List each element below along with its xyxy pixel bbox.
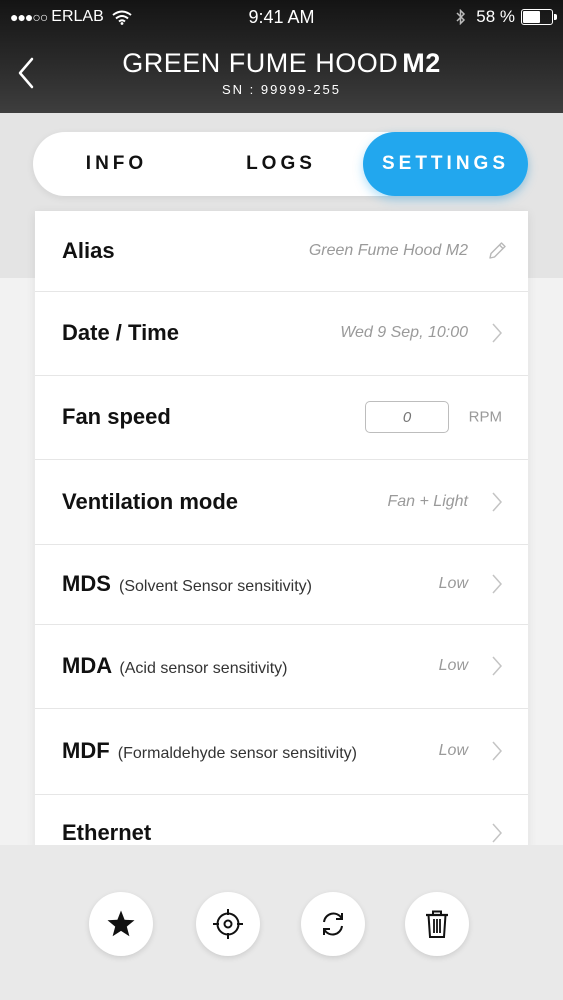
pencil-icon[interactable] [486,240,508,262]
refresh-icon [323,912,343,936]
locate-button[interactable] [196,892,260,956]
app-header: ●●●○○ ERLAB 9:41 AM 58 % GREEN FUME HOOD… [0,0,563,113]
mds-row[interactable]: MDS (Solvent Sensor sensitivity) Low [35,544,528,625]
tab-bar: INFO LOGS SETTINGS [33,132,528,196]
datetime-value: Wed 9 Sep, 10:00 [340,324,468,341]
bluetooth-icon [456,9,466,25]
status-bar: ●●●○○ ERLAB 9:41 AM 58 % [0,0,563,36]
ethernet-row[interactable]: Ethernet [35,794,528,851]
tab-settings[interactable]: SETTINGS [363,132,528,196]
alias-row[interactable]: Alias Green Fume Hood M2 [35,211,528,292]
settings-list: Alias Green Fume Hood M2 Date / Time Wed… [35,211,528,851]
battery-level [523,11,541,23]
mdf-value: Low [438,742,468,759]
alias-label: Alias [62,238,115,263]
mda-row[interactable]: MDA (Acid sensor sensitivity) Low [35,624,528,709]
fan-speed-label: Fan speed [62,404,171,429]
mds-label: MDS (Solvent Sensor sensitivity) [62,571,312,597]
mdf-label: MDF (Formaldehyde sensor sensitivity) [62,738,357,764]
battery-icon [521,9,557,25]
fan-speed-input[interactable] [365,401,449,433]
mda-sublabel: (Acid sensor sensitivity) [119,660,288,677]
battery-percent: 58 % [476,7,515,26]
refresh-button[interactable] [301,892,365,956]
mdf-sublabel: (Formaldehyde sensor sensitivity) [117,745,357,762]
ventilation-mode-value: Fan + Light [387,492,469,510]
mds-sublabel: (Solvent Sensor sensitivity) [119,578,312,595]
mds-value: Low [438,575,468,592]
page-title: GREEN FUME HOOD M2 SN : 99999-255 [0,48,563,97]
status-right: 58 % [456,7,557,27]
device-name: GREEN FUME HOOD [122,48,399,78]
chevron-right-icon [492,823,503,843]
mda-value: Low [438,657,468,674]
datetime-label: Date / Time [62,320,179,345]
tab-info[interactable]: INFO [33,132,200,196]
device-title: GREEN FUME HOOD M2 [0,48,563,79]
mda-label: MDA (Acid sensor sensitivity) [62,653,287,679]
mds-title: MDS [62,571,111,596]
serial-number: SN : 99999-255 [221,82,342,97]
mda-title: MDA [62,653,112,678]
chevron-right-icon [492,574,503,594]
fan-speed-unit: RPM [468,408,502,426]
bottom-action-bar [0,845,563,1000]
alias-value: Green Fume Hood M2 [308,242,468,259]
star-icon [107,910,135,937]
ventilation-mode-label: Ventilation mode [62,488,239,514]
ventilation-mode-row[interactable]: Ventilation mode Fan + Light [35,459,528,545]
chevron-right-icon [492,656,503,676]
chevron-right-icon [492,741,503,761]
locate-icon [213,909,243,939]
ethernet-label: Ethernet [62,820,152,845]
mdf-title: MDF [62,738,110,763]
mdf-row[interactable]: MDF (Formaldehyde sensor sensitivity) Lo… [35,708,528,795]
chevron-right-icon [492,323,503,343]
tab-logs[interactable]: LOGS [199,132,363,196]
chevron-right-icon [492,492,503,511]
favorite-button[interactable] [89,892,153,956]
datetime-row[interactable]: Date / Time Wed 9 Sep, 10:00 [35,291,528,376]
trash-icon [426,910,448,938]
device-model: M2 [402,48,441,78]
delete-button[interactable] [405,892,469,956]
fan-speed-row: Fan speed RPM [35,375,528,460]
